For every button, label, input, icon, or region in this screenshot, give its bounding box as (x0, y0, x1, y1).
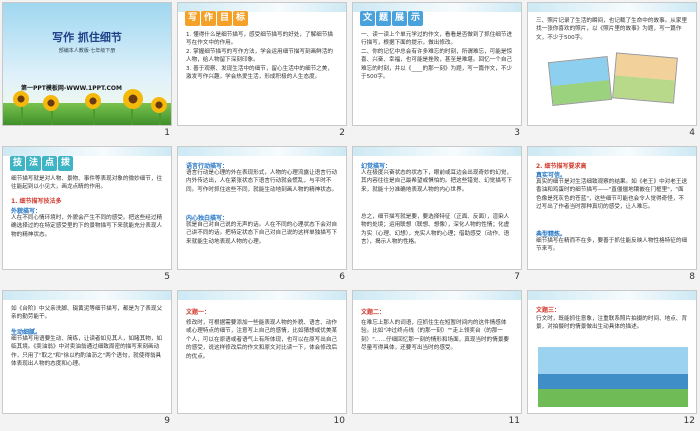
slide-thumbnail-7[interactable]: 幻觉描写： 人在极度兴奋状态的状态下，眼前或耳边会出现奇妙的幻觉，其内容往往是自… (352, 146, 522, 270)
slide-cell-4[interactable]: 三、照片记录了生活的瞬间，也记载了生命中的故事。从家里找一张你喜欢的照片，以《照… (527, 2, 697, 141)
slide-body: 细节描写在精而不在多，要善于抓住能反映人物性格特征的细节来写。 (536, 238, 688, 253)
slide-number: 9 (164, 416, 170, 426)
slide-thumbnail-2[interactable]: 写作目标 1. 懂得什么是细节描写，感受细节描写的好处，了解细节描写在作文中的作… (177, 2, 347, 126)
section-heading: 1. 细节描写技法多 (11, 198, 62, 205)
slide-body: 总之，细节描写就是要，要选择特征（正面、反面），渲染人物的处境；运用联想（联想、… (361, 214, 510, 246)
slide-number: 1 (164, 128, 170, 138)
section-heading: 2. 细节描写要求高 (536, 163, 587, 170)
slide-body: 就是自己对自己说的无声的话。人在不同的心理状态下会对自己讲不同的话。把特定状态下… (186, 222, 338, 245)
section-heading: 文题一： (186, 309, 211, 316)
tag-char: 法 (26, 156, 41, 171)
tag-char: 题 (376, 11, 391, 26)
slide-body: 人在不同心情环境时，外貌会产生不同的感受。把这些经过精确选择过的在特定感受里的下… (11, 215, 163, 238)
slide-cell-11[interactable]: 文题二： 在难忘上那人的词语，应抓住生在短暂时间内的这件情感体验。比如"冲过终点… (352, 290, 522, 429)
tag-char: 标 (233, 11, 248, 26)
header-strip (3, 291, 171, 300)
slide-thumbnail-11[interactable]: 文题二： 在难忘上那人的词语，应抓住生在短暂时间内的这件情感体验。比如"冲过终点… (352, 290, 522, 414)
slide-body: 1. 懂得什么是细节描写，感受细节描写的好处，了解细节描写在作文中的作用。 2.… (186, 32, 333, 81)
slide-thumbnail-8[interactable]: 2. 细节描写要求高 真实可信。 真实的细节是对生活细致观察的结果。如《老王》中… (527, 146, 697, 270)
slide-number: 12 (683, 416, 695, 426)
section-heading: 文题三： (536, 307, 561, 314)
tag-char: 拨 (58, 156, 73, 171)
slide-number: 7 (514, 272, 520, 282)
slide-body: 细节描写用语要生动、简练，让读者如见其人，如睹其物，如临其境。《卖油翁》中对卖油… (11, 336, 163, 368)
header-strip (528, 147, 696, 156)
header-strip (178, 147, 346, 156)
tag-char: 点 (42, 156, 57, 171)
slide-number: 8 (689, 272, 695, 282)
tag-char: 作 (201, 11, 216, 26)
slide-thumbnail-4[interactable]: 三、照片记录了生活的瞬间，也记载了生命中的故事。从家里找一张你喜欢的照片，以《照… (527, 2, 697, 126)
header-strip (3, 147, 171, 156)
section-tag: 文题展示 (360, 11, 424, 26)
slide-body: 修改时，可根据需要添加一些能表现人物的外貌、语言、动作或心理特点的细节，注意写上… (186, 320, 338, 360)
slide-body: 如《台阶》中父亲洗脚、辍黄泥等细节描写，都是为了表现父亲的勤劳能干。 (11, 306, 163, 321)
slide-number: 10 (333, 416, 345, 426)
slide-thumbnail-6[interactable]: 语言行动描写： 语言行动是心理的外在表现形式，人物的心理流露让语言行动内外传达出… (177, 146, 347, 270)
slide-cell-8[interactable]: 2. 细节描写要求高 真实可信。 真实的细节是对生活细致观察的结果。如《老王》中… (527, 146, 697, 285)
site-watermark: 第一PPT模板网-WWW.1PPT.COM (21, 85, 122, 92)
slide-cell-12[interactable]: 文题三： 行文时，既能抓住意象，注重联系照片拍摄的时间、地点、背景，对拍摄时的情… (527, 290, 697, 429)
header-strip (528, 3, 696, 12)
tag-char: 展 (392, 11, 407, 26)
section-tag: 写作目标 (185, 11, 249, 26)
slide-body: 细节描写就是对人物、景物、事件等表现对象的微妙细节，往往能起到以小见大，画龙点睛… (11, 176, 163, 191)
tag-char: 文 (360, 11, 375, 26)
tag-char: 技 (10, 156, 25, 171)
slide-title: 写作 抓住细节 (52, 31, 122, 44)
landscape-image (538, 347, 688, 407)
slide-byline: 部编本人教版·七年级下册 (58, 48, 116, 54)
header-strip (353, 291, 521, 300)
slide-number: 3 (514, 128, 520, 138)
slide-cell-7[interactable]: 幻觉描写： 人在极度兴奋状态的状态下，眼前或耳边会出现奇妙的幻觉，其内容往往是自… (352, 146, 522, 285)
section-tag: 技法点拨 (10, 156, 74, 171)
tag-char: 写 (185, 11, 200, 26)
slide-number: 4 (689, 128, 695, 138)
photo-image (612, 52, 678, 104)
sunflower-image (13, 91, 29, 107)
slide-body: 行文时，既能抓住意象，注重联系照片拍摄的时间、地点、背景，对拍摄时的情景做出生动… (536, 316, 688, 331)
slide-body: 语言行动是心理的外在表现形式，人物的心理流露让语言行动内外传达出，人在紧张状态下… (186, 170, 338, 193)
slide-thumbnail-10[interactable]: 文题一： 修改时，可根据需要添加一些能表现人物的外貌、语言、动作或心理特点的细节… (177, 290, 347, 414)
slide-cell-6[interactable]: 语言行动描写： 语言行动是心理的外在表现形式，人物的心理流露让语言行动内外传达出… (177, 146, 347, 285)
slide-thumbnail-9[interactable]: 如《台阶》中父亲洗脚、辍黄泥等细节描写，都是为了表现父亲的勤劳能干。 生动细腻。… (2, 290, 172, 414)
header-strip (353, 147, 521, 156)
sunflower-image (123, 89, 143, 109)
slide-cell-10[interactable]: 文题一： 修改时，可根据需要添加一些能表现人物的外貌、语言、动作或心理特点的细节… (177, 290, 347, 429)
slide-thumbnail-5[interactable]: 技法点拨 细节描写就是对人物、景物、事件等表现对象的微妙细节，往往能起到以小见大… (2, 146, 172, 270)
tag-char: 目 (217, 11, 232, 26)
slide-body: 人在极度兴奋状态的状态下，眼前或耳边会出现奇妙的幻觉，其内容往往是自己最希望或惧… (361, 170, 513, 193)
slide-thumbnail-3[interactable]: 文题展示 一、读一读上个单元学过的作文，看看是否做到了抓住细节进行描写，根据下面… (352, 2, 522, 126)
slide-grid: 写作 抓住细节 部编本人教版·七年级下册 第一PPT模板网-WWW.1PPT.C… (2, 2, 698, 429)
header-strip (528, 291, 696, 300)
slide-cell-3[interactable]: 文题展示 一、读一读上个单元学过的作文，看看是否做到了抓住细节进行描写，根据下面… (352, 2, 522, 141)
slide-number: 11 (508, 416, 520, 426)
slide-thumbnail-1[interactable]: 写作 抓住细节 部编本人教版·七年级下册 第一PPT模板网-WWW.1PPT.C… (2, 2, 172, 126)
slide-number: 5 (164, 272, 170, 282)
slide-thumbnail-12[interactable]: 文题三： 行文时，既能抓住意象，注重联系照片拍摄的时间、地点、背景，对拍摄时的情… (527, 290, 697, 414)
section-heading: 文题二： (361, 309, 386, 316)
slide-cell-9[interactable]: 如《台阶》中父亲洗脚、辍黄泥等细节描写，都是为了表现父亲的勤劳能干。 生动细腻。… (2, 290, 172, 429)
slide-number: 6 (339, 272, 345, 282)
slide-body: 一、读一读上个单元学过的作文，看看是否做到了抓住细节进行描写，根据下面的提示，做… (361, 32, 513, 81)
sunflower-image (151, 97, 167, 113)
slide-body: 真实的细节是对生活细致观察的结果。如《老王》中对老王送香油和鸡蛋时的细节描写——… (536, 179, 688, 211)
tag-char: 示 (408, 11, 423, 26)
sunflower-image (85, 93, 101, 109)
slide-cell-5[interactable]: 技法点拨 细节描写就是对人物、景物、事件等表现对象的微妙细节，往往能起到以小见大… (2, 146, 172, 285)
slide-body: 在难忘上那人的词语，应抓住生在短暂时间内的这件情感体验。比如"冲过终点线（的那一… (361, 320, 510, 352)
slide-cell-1[interactable]: 写作 抓住细节 部编本人教版·七年级下册 第一PPT模板网-WWW.1PPT.C… (2, 2, 172, 141)
slide-body: 三、照片记录了生活的瞬间，也记载了生命中的故事。从家里找一张你喜欢的照片，以《照… (536, 18, 688, 41)
header-strip (178, 291, 346, 300)
slide-cell-2[interactable]: 写作目标 1. 懂得什么是细节描写，感受细节描写的好处，了解细节描写在作文中的作… (177, 2, 347, 141)
slide-number: 2 (339, 128, 345, 138)
sunflower-image (43, 95, 59, 111)
photo-image (547, 55, 613, 107)
